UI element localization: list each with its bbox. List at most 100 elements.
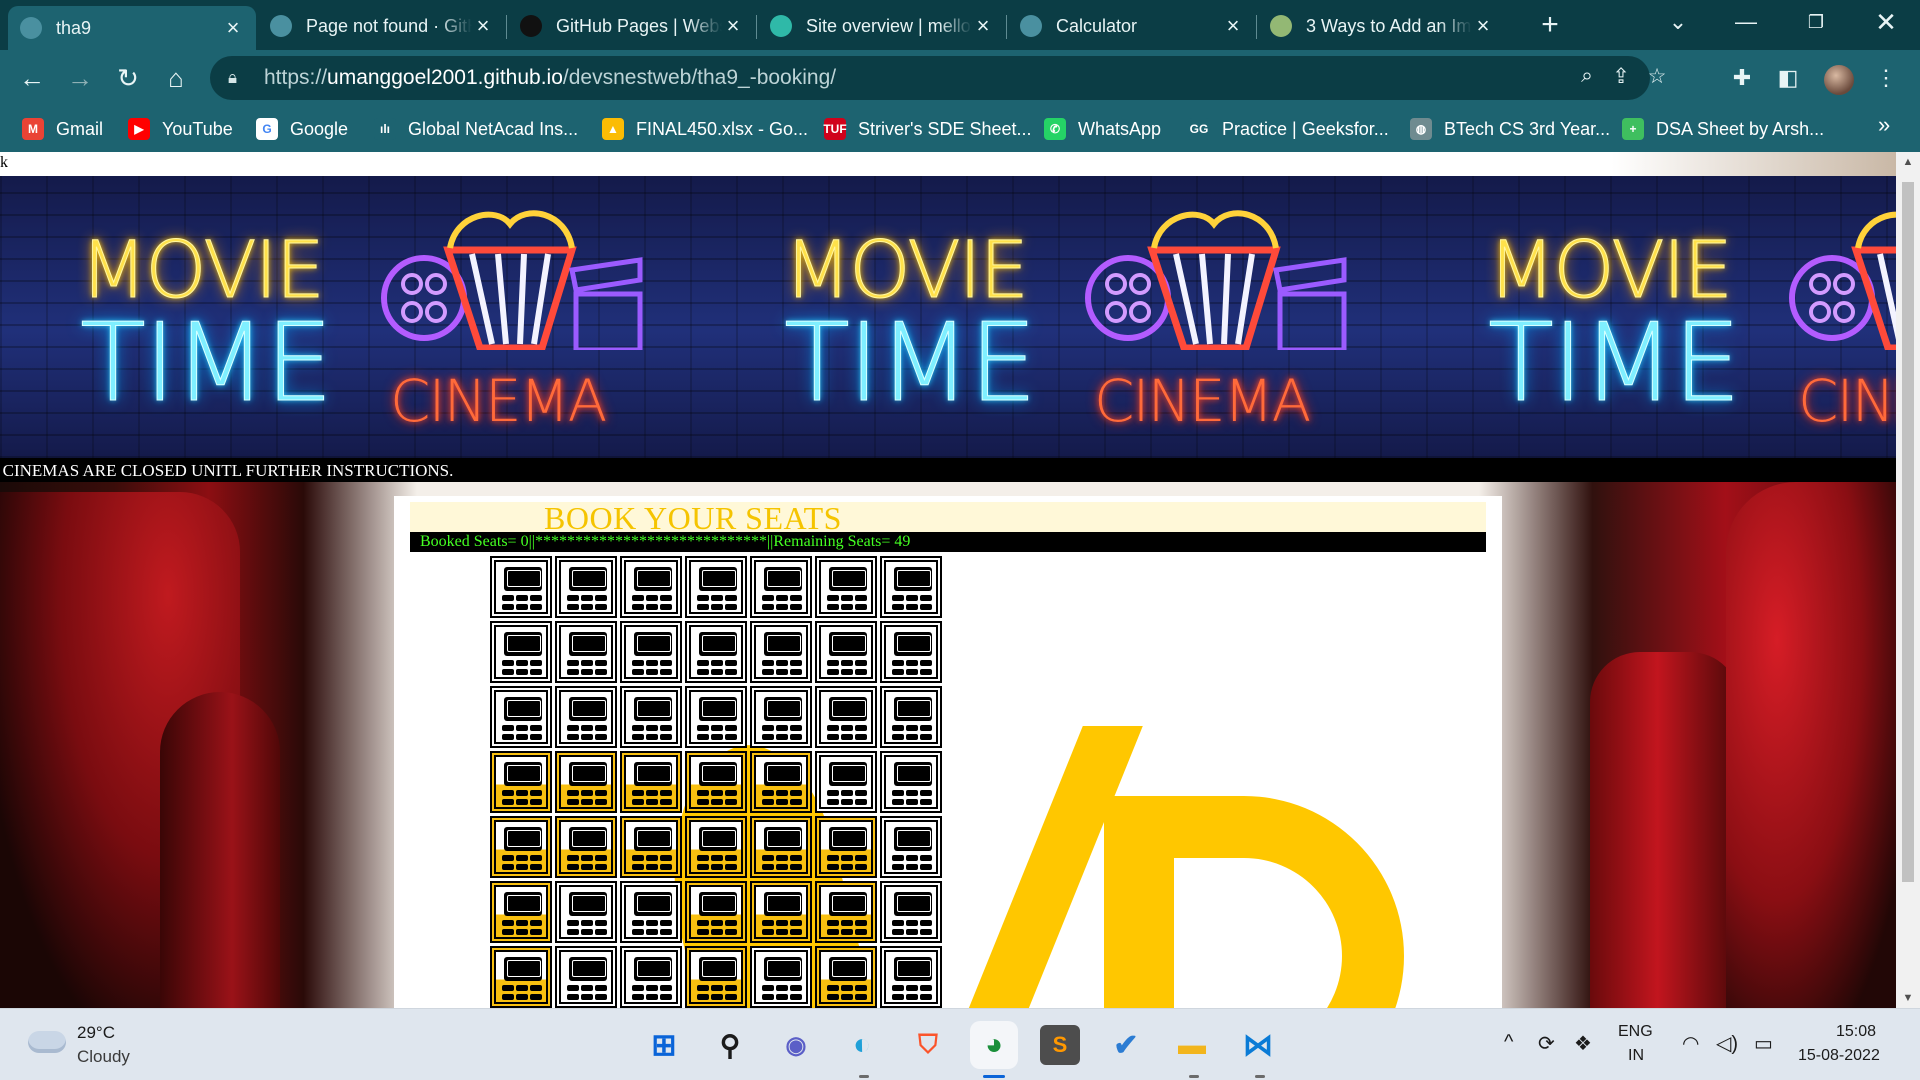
bookmark-7[interactable]: ✆ WhatsApp [1044, 114, 1161, 144]
tab-1[interactable]: tha9 × [8, 6, 256, 50]
seat-button[interactable] [490, 556, 552, 618]
bookmark-2[interactable]: ▶ YouTube [128, 114, 233, 144]
todo-icon[interactable]: ✔ [1106, 1025, 1146, 1065]
seat-button[interactable] [685, 881, 747, 943]
seat-button[interactable] [685, 816, 747, 878]
scroll-down-icon[interactable]: ▼ [1896, 988, 1920, 1008]
bookmark-8[interactable]: GG Practice | Geeksfor... [1188, 114, 1389, 144]
bookmark-1[interactable]: M Gmail [22, 114, 103, 144]
seat-button[interactable] [815, 816, 877, 878]
tab-search-icon[interactable]: ⌄ [1648, 0, 1708, 46]
bookmark-5[interactable]: ▲ FINAL450.xlsx - Go... [602, 114, 808, 144]
sublime-icon[interactable]: S [1040, 1025, 1080, 1065]
tab-3[interactable]: GitHub Pages | Websites for you× [508, 6, 756, 46]
profile-avatar[interactable] [1824, 65, 1854, 95]
seat-button[interactable] [815, 556, 877, 618]
seat-button[interactable] [620, 751, 682, 813]
restore-button[interactable]: ❐ [1786, 0, 1846, 46]
scrollbar-thumb[interactable] [1902, 182, 1914, 882]
bookmark-3[interactable]: G Google [256, 114, 348, 144]
new-tab-button[interactable]: + [1532, 8, 1568, 44]
tab-4[interactable]: Site overview | mellow × [758, 6, 1006, 46]
page-scrollbar[interactable]: ▲ ▼ [1896, 152, 1920, 1008]
tray-overflow-icon[interactable]: ^ [1504, 1031, 1513, 1054]
close-tab-icon[interactable]: × [472, 13, 494, 39]
bookmark-9[interactable]: ◍ BTech CS 3rd Year... [1410, 114, 1610, 144]
extensions-icon[interactable]: ✚ [1724, 60, 1760, 96]
back-icon[interactable]: ← [12, 58, 52, 98]
seat-button[interactable] [750, 816, 812, 878]
seat-button[interactable] [685, 686, 747, 748]
seat-button[interactable] [750, 556, 812, 618]
close-tab-icon[interactable]: × [1472, 13, 1494, 39]
start-icon[interactable]: ⊞ [644, 1025, 684, 1065]
seat-button[interactable] [880, 816, 942, 878]
reload-icon[interactable]: ↻ [108, 58, 148, 98]
seat-button[interactable] [555, 881, 617, 943]
seat-button[interactable] [490, 621, 552, 683]
battery-icon[interactable]: ▭ [1754, 1031, 1773, 1056]
seat-button[interactable] [750, 881, 812, 943]
seat-button[interactable] [620, 686, 682, 748]
seat-button[interactable] [685, 751, 747, 813]
share-icon[interactable]: ⇪ [1606, 64, 1636, 92]
seat-button[interactable] [685, 946, 747, 1008]
seat-button[interactable] [490, 751, 552, 813]
tab-5[interactable]: Calculator × [1008, 6, 1256, 46]
teams-chat-icon[interactable]: ◉ [776, 1025, 816, 1065]
seat-button[interactable] [555, 556, 617, 618]
side-panel-icon[interactable]: ◧ [1770, 60, 1806, 96]
close-tab-icon[interactable]: × [972, 13, 994, 39]
seat-button[interactable] [685, 621, 747, 683]
sync-icon[interactable]: ⟳ [1538, 1031, 1555, 1056]
lock-icon[interactable]: 🔒︎ [228, 68, 250, 88]
clock-date[interactable]: 15-08-2022 [1798, 1047, 1880, 1065]
seat-button[interactable] [555, 946, 617, 1008]
seat-button[interactable] [685, 556, 747, 618]
close-tab-icon[interactable]: × [722, 13, 744, 39]
home-icon[interactable]: ⌂ [156, 58, 196, 98]
seat-button[interactable] [750, 686, 812, 748]
tab-2[interactable]: Page not found · GitHub Pages× [258, 6, 506, 46]
seat-button[interactable] [555, 621, 617, 683]
chrome-icon[interactable]: ◕ [974, 1025, 1014, 1065]
bookmark-6[interactable]: TUF Striver's SDE Sheet... [823, 114, 1032, 144]
clock-time[interactable]: 15:08 [1836, 1023, 1876, 1041]
seat-button[interactable] [620, 621, 682, 683]
bookmark-star-icon[interactable]: ☆ [1642, 64, 1672, 92]
more-bookmarks-icon[interactable]: » [1878, 112, 1890, 138]
seat-button[interactable] [490, 881, 552, 943]
seat-button[interactable] [750, 946, 812, 1008]
seat-button[interactable] [490, 816, 552, 878]
seat-button[interactable] [555, 751, 617, 813]
seat-button[interactable] [750, 621, 812, 683]
seat-button[interactable] [815, 751, 877, 813]
seat-button[interactable] [555, 686, 617, 748]
seat-button[interactable] [490, 946, 552, 1008]
seat-button[interactable] [815, 946, 877, 1008]
seat-button[interactable] [880, 946, 942, 1008]
volume-icon[interactable]: ◁) [1716, 1031, 1738, 1056]
file-explorer-icon[interactable]: ▬ [1172, 1025, 1212, 1065]
address-bar[interactable]: 🔒︎ https://umanggoel2001.github.io/devsn… [210, 56, 1666, 100]
vscode-icon[interactable]: ⋈ [1238, 1025, 1278, 1065]
seat-button[interactable] [880, 881, 942, 943]
forward-icon[interactable]: → [60, 58, 100, 98]
edge-icon[interactable]: ◐ [842, 1025, 882, 1065]
seat-button[interactable] [750, 751, 812, 813]
weather-desc[interactable]: Cloudy [77, 1047, 130, 1067]
lang-code[interactable]: ENG [1618, 1023, 1653, 1041]
bookmark-4[interactable]: ılı Global NetAcad Ins... [374, 114, 578, 144]
seat-button[interactable] [880, 621, 942, 683]
menu-icon[interactable]: ⋮ [1868, 60, 1904, 96]
brave-icon[interactable]: ⛉ [908, 1025, 948, 1065]
seat-button[interactable] [880, 686, 942, 748]
weather-temp[interactable]: 29°C [77, 1023, 115, 1043]
seat-button[interactable] [555, 816, 617, 878]
close-window-button[interactable]: ✕ [1856, 0, 1916, 46]
minimize-button[interactable]: — [1716, 0, 1776, 46]
zoom-icon[interactable]: ⌕ [1572, 64, 1602, 92]
cloud-icon[interactable] [28, 1031, 66, 1053]
close-tab-icon[interactable]: × [1222, 13, 1244, 39]
seat-button[interactable] [880, 751, 942, 813]
